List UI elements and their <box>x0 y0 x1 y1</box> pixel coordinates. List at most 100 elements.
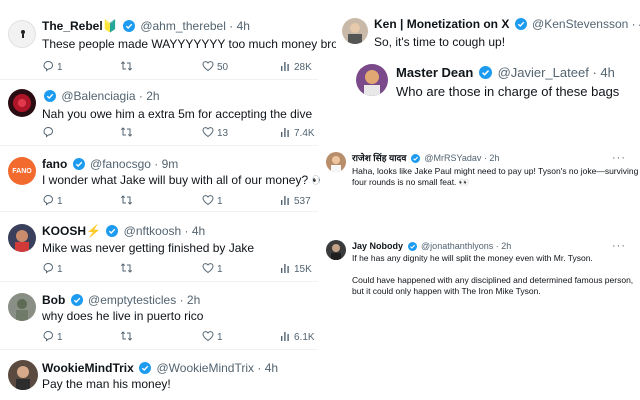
timestamp[interactable]: · 4h <box>229 19 250 33</box>
tweet-jay-nobody[interactable]: Jay Nobody @jonathanthlyons · 2h ··· If … <box>320 236 634 300</box>
like-count: 50 <box>217 62 229 73</box>
handle[interactable]: @ahm_therebel <box>140 19 226 33</box>
views-button[interactable]: 6.1K <box>280 330 315 345</box>
handle[interactable]: @jonathanthlyons <box>421 241 493 251</box>
tweet-text: So, it's time to cough up! <box>374 35 506 49</box>
like-button[interactable]: 1 <box>202 262 223 277</box>
reply-button[interactable]: 1 <box>42 262 63 277</box>
reply-count: 1 <box>57 196 63 207</box>
name-emoji: 🔰 <box>102 19 118 33</box>
timestamp[interactable]: · 4h <box>632 17 640 31</box>
tweet-text: why does he live in puerto rico <box>42 309 204 323</box>
handle[interactable]: @MrRSYadav <box>424 153 481 163</box>
retweet-button[interactable] <box>120 330 136 345</box>
display-name[interactable]: Jay Nobody <box>352 241 403 251</box>
tweet-fano[interactable]: FANO fano @fanocsgo · 9m I wonder what J… <box>0 146 326 212</box>
views-bar-chart-icon <box>281 62 289 71</box>
like-button[interactable]: 13 <box>202 126 228 141</box>
handle[interactable]: @Balenciagia <box>61 89 135 103</box>
views-count: 28K <box>294 62 312 73</box>
action-bar: 1 50 28K <box>42 60 314 74</box>
handle[interactable]: @Javier_Lateef <box>498 65 589 80</box>
display-name[interactable]: Ken | Monetization on X <box>374 17 509 31</box>
avatar[interactable] <box>8 20 36 48</box>
reply-count: 1 <box>57 62 63 73</box>
timestamp[interactable]: · 4h <box>185 224 206 238</box>
retweet-icon <box>120 331 133 341</box>
handle[interactable]: @fanocsgo <box>90 157 151 171</box>
timestamp[interactable]: · 2h <box>180 293 201 307</box>
handle[interactable]: @nftkoosh <box>124 224 182 238</box>
tweet-wookiemindtrix[interactable]: WookieMindTrix @WookieMindTrix · 4h Pay … <box>0 352 318 400</box>
retweet-button[interactable] <box>120 194 136 209</box>
avatar[interactable] <box>8 360 38 390</box>
reply-button[interactable] <box>42 126 57 141</box>
handle[interactable]: @emptytesticles <box>88 293 176 307</box>
like-button[interactable]: 1 <box>202 194 223 209</box>
more-options-icon[interactable]: ··· <box>612 240 626 252</box>
views-button[interactable]: 28K <box>280 60 312 75</box>
views-button[interactable]: 15K <box>280 262 312 277</box>
like-button[interactable]: 50 <box>202 60 228 75</box>
display-name[interactable]: The_Rebel <box>42 19 103 33</box>
views-bar-chart-icon <box>281 264 289 273</box>
avatar[interactable] <box>342 18 368 44</box>
avatar[interactable] <box>356 64 388 96</box>
like-count: 1 <box>217 264 223 275</box>
tweet-the-rebel[interactable]: The_Rebel🔰 @ahm_therebel · 4h These peop… <box>0 0 371 80</box>
reply-button[interactable]: 1 <box>42 194 63 209</box>
tweet-koosh[interactable]: KOOSH⚡ @nftkoosh · 4h Mike was never get… <box>0 212 318 282</box>
more-options-icon[interactable]: ··· <box>612 152 626 164</box>
retweet-button[interactable] <box>120 60 136 75</box>
tweet-bob[interactable]: Bob @emptytesticles · 2h why does he liv… <box>0 282 318 350</box>
reply-button[interactable]: 1 <box>42 60 63 75</box>
reply-button[interactable]: 1 <box>42 330 63 345</box>
reply-count: 1 <box>57 332 63 343</box>
avatar[interactable]: FANO <box>8 157 36 185</box>
verified-badge-icon <box>70 294 83 306</box>
tweet-balenciagia[interactable]: @Balenciagia · 2h Nah you owe him a extr… <box>0 80 318 146</box>
avatar[interactable] <box>8 224 36 252</box>
like-button[interactable]: 1 <box>202 330 223 345</box>
timestamp[interactable]: · 4h <box>592 65 614 80</box>
retweet-button[interactable] <box>120 262 136 277</box>
display-name[interactable]: Master Dean <box>396 65 473 80</box>
retweet-button[interactable] <box>120 126 136 141</box>
verified-badge-icon <box>72 158 85 170</box>
avatar[interactable] <box>326 240 346 260</box>
verified-badge-icon <box>44 90 56 102</box>
tweet-master-dean[interactable]: Master Dean @Javier_Lateef · 4h Who are … <box>348 56 640 106</box>
timestamp[interactable]: · 2h <box>139 89 160 103</box>
like-count: 13 <box>217 128 229 139</box>
avatar[interactable] <box>8 89 36 117</box>
avatar[interactable] <box>326 152 346 172</box>
display-name[interactable]: Bob <box>42 293 65 307</box>
tweet-text: Who are those in charge of these bags <box>396 84 620 99</box>
right-reply-column: Ken | Monetization on X @KenStevensson ·… <box>320 0 640 400</box>
views-button[interactable]: 537 <box>280 194 311 209</box>
tweet-ken[interactable]: Ken | Monetization on X @KenStevensson ·… <box>336 14 640 56</box>
display-name[interactable]: राजेश सिंह यादव <box>352 153 406 163</box>
views-count: 537 <box>294 196 311 207</box>
display-name[interactable]: WookieMindTrix <box>42 361 134 375</box>
verified-badge-icon <box>122 20 135 32</box>
retweet-icon <box>120 61 133 71</box>
timestamp[interactable]: · 4h <box>257 361 278 375</box>
like-count: 1 <box>217 332 223 343</box>
views-button[interactable]: 7.4K <box>280 126 315 141</box>
avatar[interactable] <box>8 293 36 321</box>
tweet-text: Mike was never getting finished by Jake <box>42 241 255 255</box>
action-bar: 1 1 15K <box>42 262 314 276</box>
handle[interactable]: @WookieMindTrix <box>156 361 254 375</box>
verified-badge-icon <box>139 362 152 374</box>
display-name[interactable]: fano <box>42 157 67 171</box>
display-name[interactable]: KOOSH <box>42 224 86 238</box>
tweet-rajesh[interactable]: राजेश सिंह यादव @MrRSYadav · 2h ··· Haha… <box>320 148 638 196</box>
timestamp[interactable]: · 2h <box>496 241 512 251</box>
timestamp[interactable]: · 9m <box>154 157 178 171</box>
action-bar: 1 1 6.1K <box>42 330 315 345</box>
timestamp[interactable]: · 2h <box>484 153 500 163</box>
tweet-text: I wonder what Jake will buy with all of … <box>42 173 327 187</box>
handle[interactable]: @KenStevensson <box>532 17 628 31</box>
avatar-text: FANO <box>12 167 32 175</box>
